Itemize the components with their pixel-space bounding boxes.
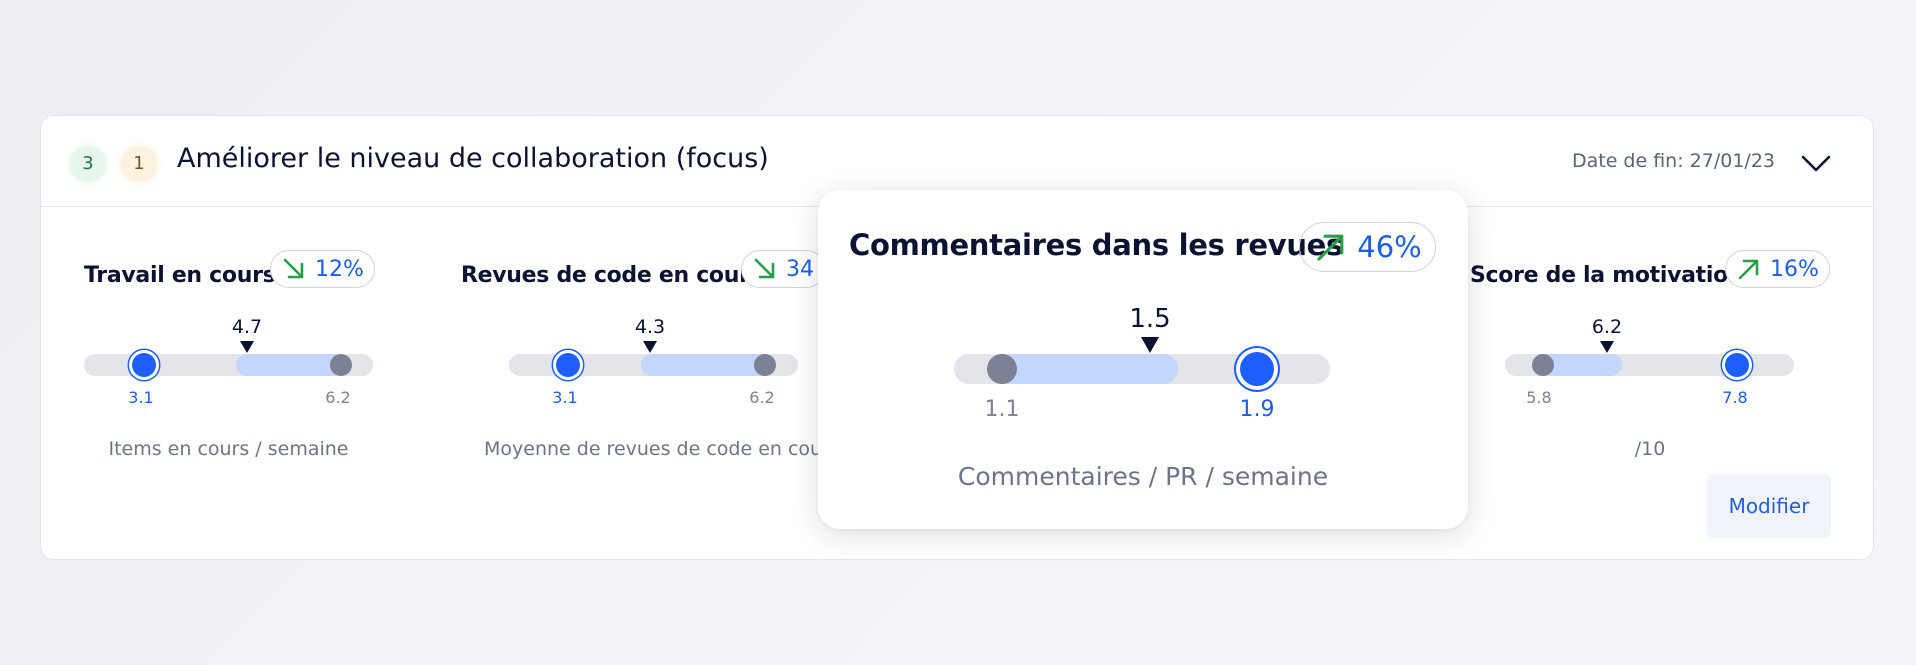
current-value: 4.3 xyxy=(634,316,666,338)
completed-count-badge: 3 xyxy=(70,146,106,182)
arrow-down-right-icon xyxy=(754,258,775,279)
target-value: 3.1 xyxy=(552,388,578,407)
current-value: 6.2 xyxy=(1591,316,1623,338)
metric-unit: /10 xyxy=(1634,438,1666,460)
trend-badge: 34 xyxy=(741,250,825,288)
baseline-value: 1.1 xyxy=(984,397,1020,422)
current-marker-icon xyxy=(643,341,657,353)
target-value: 1.9 xyxy=(1239,397,1275,422)
trend-percent: 34 xyxy=(786,256,814,282)
current-marker-icon xyxy=(1600,341,1614,353)
trend-percent: 46% xyxy=(1357,230,1422,264)
metric-review-comments-popup[interactable]: Commentaires dans les revues 46% 1.5 1.1… xyxy=(818,190,1468,529)
target-range xyxy=(641,354,766,376)
current-marker-icon xyxy=(1141,337,1159,353)
trend-badge: 16% xyxy=(1725,250,1830,288)
arrow-up-right-icon xyxy=(1738,259,1759,280)
baseline-value: 5.8 xyxy=(1526,388,1552,407)
chevron-down-icon[interactable] xyxy=(1799,146,1833,180)
metric-title: Revues de code en cours xyxy=(461,263,763,288)
target-range xyxy=(236,354,341,376)
metric-title: Commentaires dans les revues xyxy=(849,228,1344,262)
baseline-marker xyxy=(1532,354,1554,376)
target-marker xyxy=(132,353,156,377)
pending-count-badge: 1 xyxy=(121,146,157,182)
target-value: 3.1 xyxy=(128,388,154,407)
arrow-down-right-icon xyxy=(283,258,304,279)
trend-percent: 16% xyxy=(1770,256,1819,282)
target-marker xyxy=(1725,353,1749,377)
trend-badge: 46% xyxy=(1299,222,1436,272)
end-date: Date de fin: 27/01/23 xyxy=(1571,150,1775,172)
current-marker-icon xyxy=(240,341,254,353)
metric-unit: Commentaires / PR / semaine xyxy=(957,462,1329,491)
current-value: 4.7 xyxy=(231,316,263,338)
metric-unit: Moyenne de revues de code en cours xyxy=(484,438,840,460)
objective-title: Améliorer le niveau de collaboration (fo… xyxy=(177,143,769,174)
target-marker xyxy=(556,353,580,377)
baseline-marker xyxy=(987,354,1017,384)
modify-button[interactable]: Modifier xyxy=(1707,474,1831,538)
target-range xyxy=(1002,354,1178,384)
metric-title: Score de la motivation xyxy=(1470,263,1744,288)
trend-percent: 12% xyxy=(315,256,364,282)
arrow-up-right-icon xyxy=(1317,234,1344,261)
metric-title: Travail en cours xyxy=(84,263,276,288)
trend-badge: 12% xyxy=(270,250,375,288)
baseline-value: 6.2 xyxy=(749,388,775,407)
target-value: 7.8 xyxy=(1722,388,1748,407)
target-marker xyxy=(1240,352,1274,386)
baseline-value: 6.2 xyxy=(325,388,351,407)
baseline-marker xyxy=(330,354,352,376)
current-value: 1.5 xyxy=(1129,304,1171,334)
metric-unit: Items en cours / semaine xyxy=(108,438,349,460)
baseline-marker xyxy=(754,354,776,376)
